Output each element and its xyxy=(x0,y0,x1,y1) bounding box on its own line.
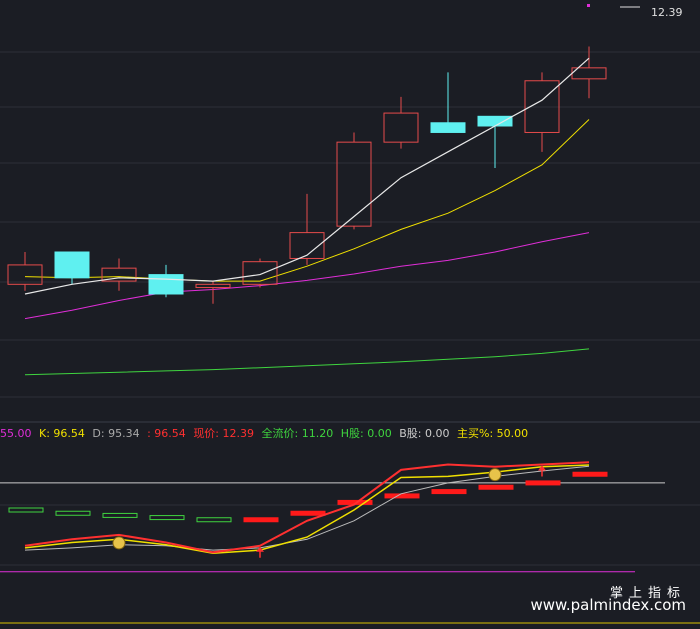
candle-1-body xyxy=(54,251,90,279)
last-price-tag: 12.39 xyxy=(651,6,683,19)
legend-v1: 55.00 xyxy=(0,427,32,440)
v-bar-3 xyxy=(149,515,185,521)
v-bar-0 xyxy=(8,507,44,513)
k-line xyxy=(24,464,590,555)
legend-k-value: 96.54 xyxy=(53,427,85,440)
price-panel xyxy=(7,4,640,376)
ma-green-line xyxy=(24,348,590,376)
candle-9-body xyxy=(430,122,466,133)
legend-k-label: K: xyxy=(39,427,50,440)
v-bar-4 xyxy=(196,517,232,523)
v-bar-1 xyxy=(55,510,91,516)
v-bar-12 xyxy=(572,471,608,477)
candle-0-body xyxy=(7,264,43,285)
legend-d-label: D: xyxy=(92,427,105,440)
v-bar-8 xyxy=(384,493,420,499)
legend-price-value: 12.39 xyxy=(222,427,255,440)
candle-8-body xyxy=(383,112,419,143)
kdj-panel xyxy=(0,461,665,573)
legend-float-value: 11.20 xyxy=(301,427,334,440)
legend-float-label: 全流价: xyxy=(261,427,299,440)
stock-chart xyxy=(0,4,700,624)
candle-3-body xyxy=(148,274,184,295)
marker-dot xyxy=(587,4,590,7)
watermark-url: www.palmindex.com xyxy=(530,596,686,614)
legend-b-value: 0.00 xyxy=(425,427,450,440)
v-bar-2 xyxy=(102,512,138,518)
legend-h-value: 0.00 xyxy=(367,427,392,440)
indicator-legend: 55.00 K: 96.54 D: 95.34 : 96.54 现价: 12.3… xyxy=(0,426,532,442)
candle-4-body xyxy=(195,283,231,289)
v-bar-5 xyxy=(243,517,279,523)
legend-main-value: 50.00 xyxy=(496,427,529,440)
ma-magenta-line xyxy=(24,232,590,320)
v-bar-6 xyxy=(290,510,326,516)
v-bar-10 xyxy=(478,484,514,490)
legend-price-label: 现价: xyxy=(193,427,220,440)
candle-10-body xyxy=(477,115,513,127)
legend-main-label: 主买%: xyxy=(457,427,494,440)
v-bar-9 xyxy=(431,489,467,495)
legend-b-label: B股: xyxy=(399,427,422,440)
money-bag-icon-0 xyxy=(112,536,126,550)
grid-lines xyxy=(0,51,700,624)
legend-j-text: : 96.54 xyxy=(147,427,186,440)
money-bag-icon-1 xyxy=(488,468,502,482)
v-bar-11 xyxy=(525,480,561,486)
legend-h-label: H股: xyxy=(340,427,364,440)
legend-d-value: 95.34 xyxy=(108,427,140,440)
candle-7-body xyxy=(336,141,372,227)
